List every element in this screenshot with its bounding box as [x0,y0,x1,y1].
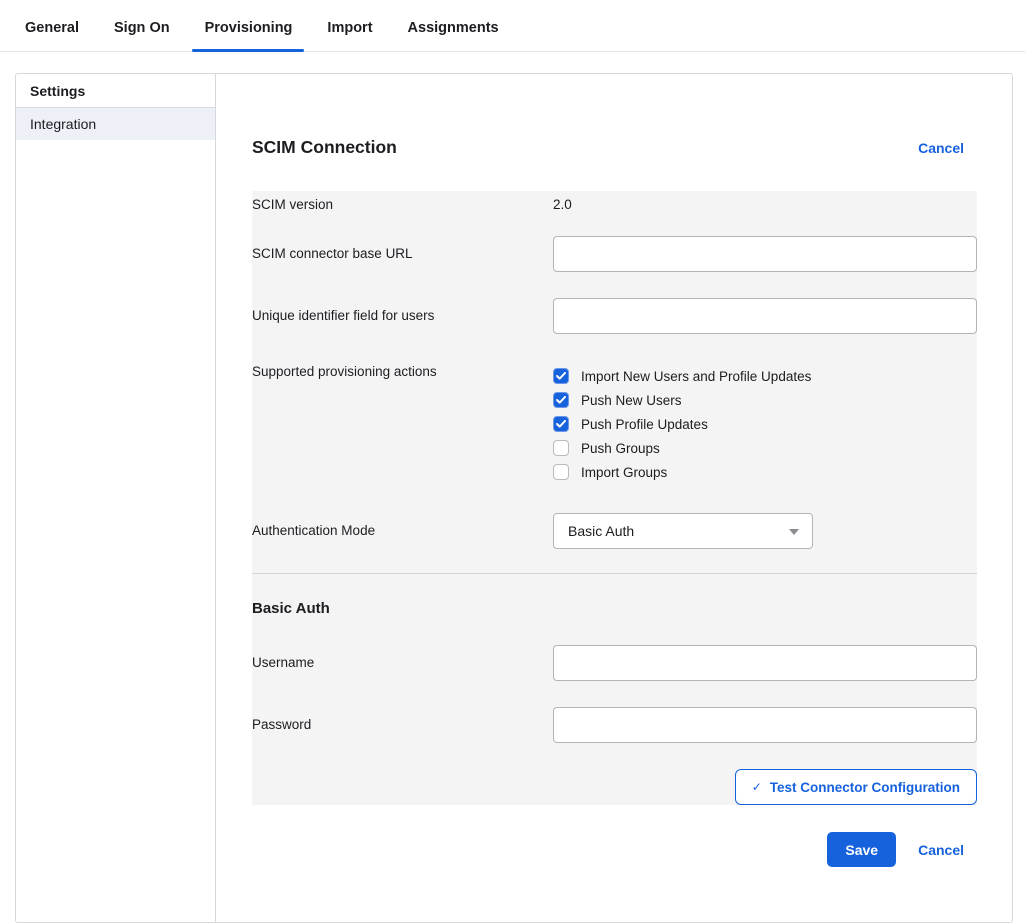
page-title: SCIM Connection [252,137,397,158]
checkbox-label[interactable]: Import New Users and Profile Updates [581,369,811,384]
checkbox-row-push-profile-updates[interactable]: Push Profile Updates [553,412,977,436]
checkbox-label[interactable]: Import Groups [581,465,667,480]
auth-mode-select[interactable]: Basic Auth [553,513,813,549]
checkbox-row-push-groups[interactable]: Push Groups [553,436,977,460]
cancel-link-top[interactable]: Cancel [918,140,964,156]
field-row-provisioning-actions: Supported provisioning actions Import Ne… [252,364,977,484]
field-row-username: Username [252,645,977,681]
field-row-password: Password [252,707,977,743]
field-row-scim-version: SCIM version 2.0 [252,197,977,212]
checkbox-label[interactable]: Push Profile Updates [581,417,708,432]
settings-sidebar: Settings Integration [16,74,216,922]
password-input[interactable] [553,707,977,743]
unique-id-input[interactable] [553,298,977,334]
checkbox-label[interactable]: Push New Users [581,393,682,408]
field-row-unique-id: Unique identifier field for users [252,298,977,334]
section-divider [252,573,977,574]
basic-auth-section-title: Basic Auth [252,600,977,617]
checkbox-import-groups[interactable] [553,464,569,480]
checkbox-push-new-users[interactable] [553,392,569,408]
username-label: Username [252,645,553,681]
form-actions-row: Save Cancel [252,832,977,867]
scim-version-value: 2.0 [553,197,977,212]
provisioning-panel: Settings Integration SCIM Connection Can… [15,73,1013,923]
checkbox-push-groups[interactable] [553,440,569,456]
test-connector-button[interactable]: ✓ Test Connector Configuration [735,769,977,805]
base-url-label: SCIM connector base URL [252,236,553,272]
tab-general[interactable]: General [25,20,79,51]
checkbox-row-import-new-users[interactable]: Import New Users and Profile Updates [553,364,977,388]
tab-sign-on[interactable]: Sign On [114,20,170,51]
app-tab-bar: General Sign On Provisioning Import Assi… [0,0,1025,52]
checkbox-label[interactable]: Push Groups [581,441,660,456]
provisioning-actions-options: Import New Users and Profile Updates Pus… [553,364,977,484]
check-icon: ✓ [752,780,762,794]
username-input[interactable] [553,645,977,681]
checkbox-row-import-groups[interactable]: Import Groups [553,460,977,484]
checkmark-icon [556,420,566,428]
checkbox-push-profile-updates[interactable] [553,416,569,432]
sidebar-header-settings: Settings [16,74,215,108]
unique-id-label: Unique identifier field for users [252,298,553,334]
checkbox-row-push-new-users[interactable]: Push New Users [553,388,977,412]
cancel-link-bottom[interactable]: Cancel [918,842,964,858]
checkbox-import-new-users[interactable] [553,368,569,384]
provisioning-actions-label: Supported provisioning actions [252,364,553,484]
dropdown-arrow-icon [789,529,799,535]
scim-form: SCIM version 2.0 SCIM connector base URL… [252,191,977,805]
checkmark-icon [556,396,566,404]
test-connector-button-label: Test Connector Configuration [770,780,960,795]
base-url-input[interactable] [553,236,977,272]
auth-mode-selected-value: Basic Auth [568,523,634,539]
field-row-base-url: SCIM connector base URL [252,236,977,272]
tab-provisioning[interactable]: Provisioning [205,20,293,51]
scim-version-label: SCIM version [252,197,553,212]
tab-assignments[interactable]: Assignments [408,20,499,51]
save-button[interactable]: Save [827,832,896,867]
checkmark-icon [556,372,566,380]
scim-connection-content: SCIM Connection Cancel SCIM version 2.0 … [216,74,1012,922]
sidebar-item-integration[interactable]: Integration [16,108,215,140]
form-heading-row: SCIM Connection Cancel [252,137,977,158]
test-connector-row: ✓ Test Connector Configuration [252,769,977,805]
tab-import[interactable]: Import [327,20,372,51]
password-label: Password [252,707,553,743]
auth-mode-label: Authentication Mode [252,513,553,549]
field-row-auth-mode: Authentication Mode Basic Auth [252,513,977,549]
